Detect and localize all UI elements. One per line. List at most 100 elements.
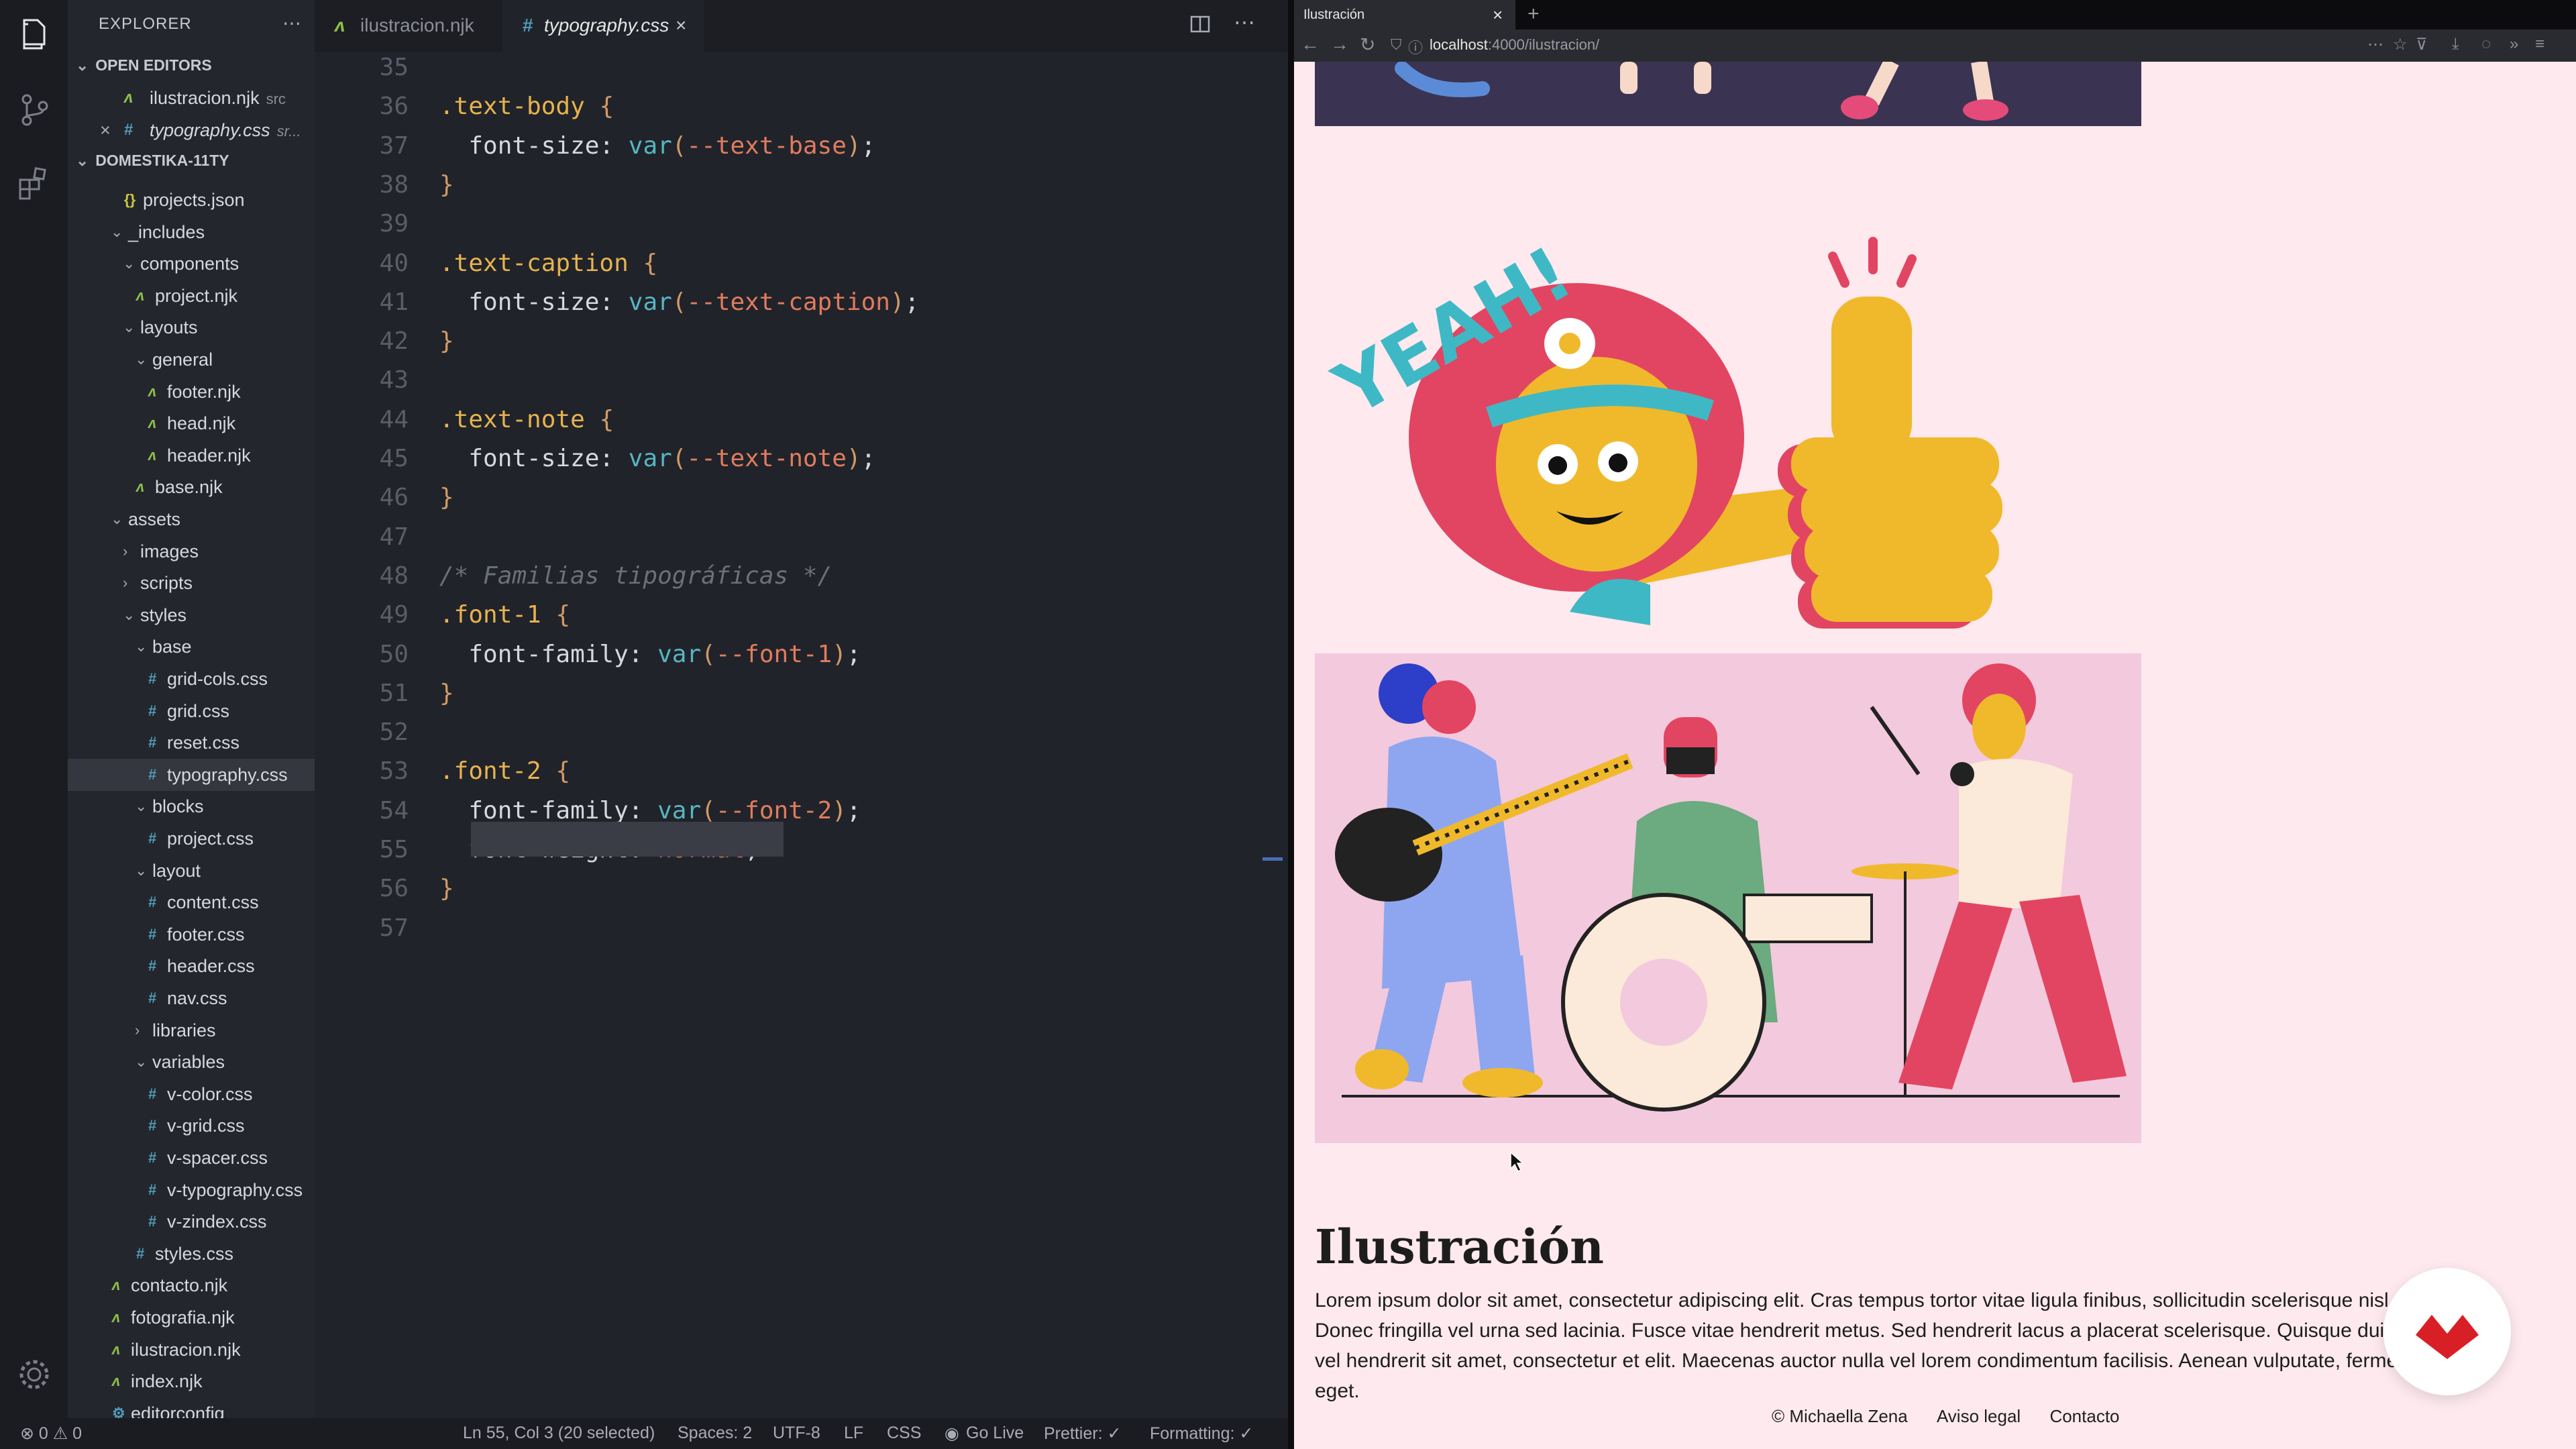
tree-item[interactable]: › images (68, 535, 315, 568)
tree-item[interactable]: {} projects.json (68, 184, 315, 216)
line-number: 52 (379, 718, 409, 747)
tree-item[interactable]: ⌄ assets (68, 503, 315, 535)
tree-item[interactable]: # v-color.css (68, 1078, 315, 1110)
domestika-logo-button[interactable] (2383, 1268, 2511, 1395)
nunjucks-file-icon: ʌ (148, 382, 157, 400)
menu-icon[interactable]: ≡ (2535, 35, 2544, 54)
source-control-icon[interactable] (15, 90, 54, 129)
contact-link[interactable]: Contacto (2049, 1406, 2119, 1426)
open-editor-item[interactable]: ʌ ilustracion.njk src (68, 82, 315, 114)
close-icon[interactable]: × (100, 114, 111, 146)
new-tab-icon[interactable]: + (1527, 3, 1540, 25)
tree-item[interactable]: › scripts (68, 567, 315, 599)
tree-item[interactable]: # typography.css (68, 758, 315, 791)
tree-item[interactable]: › libraries (68, 1014, 315, 1046)
url-text: localhost:4000/ilustracion/ (1430, 36, 1600, 53)
tree-item[interactable]: # content.css (68, 886, 315, 918)
tree-item[interactable]: # v-zindex.css (68, 1205, 315, 1238)
address-bar[interactable]: ⛉ ⓘ localhost:4000/ilustracion/ (1391, 35, 2330, 56)
tree-item-label: contacto.njk (131, 1275, 228, 1296)
chevron-down-icon: ⌄ (123, 319, 136, 336)
split-editor-icon[interactable] (1189, 13, 1211, 35)
tree-item[interactable]: ʌ fotografia.njk (68, 1301, 315, 1334)
tree-item[interactable]: # v-grid.css (68, 1110, 315, 1142)
close-tab-icon[interactable]: × (676, 0, 686, 51)
prettier-status[interactable]: Prettier: ✓ (1044, 1424, 1121, 1444)
tree-item[interactable]: ʌ head.njk (68, 407, 315, 439)
tree-item[interactable]: ⌄ layouts (68, 311, 315, 343)
tree-item[interactable]: ⌄ styles (68, 599, 315, 631)
browser-window: Ilustración × + ← → ↻ ⛉ ⓘ localhost:4000… (1294, 0, 2576, 1449)
open-editors-header[interactable]: ⌄ OPEN EDITORS (76, 56, 212, 74)
browser-tab[interactable]: Ilustración × (1294, 0, 1515, 30)
tree-item[interactable]: # header.css (68, 950, 315, 982)
project-header[interactable]: ⌄ DOMESTIKA-11TY (76, 152, 229, 170)
indentation[interactable]: Spaces: 2 (678, 1424, 752, 1443)
tree-item[interactable]: ⌄ _includes (68, 216, 315, 248)
tree-item-label: footer.css (167, 924, 245, 945)
page-actions-icon[interactable]: ⋯ (2367, 35, 2383, 54)
tree-item[interactable]: ⌄ general (68, 343, 315, 376)
account-icon[interactable]: ◌ (2481, 35, 2491, 54)
tree-item[interactable]: ⌄ variables (68, 1046, 315, 1078)
chevron-down-icon: ⌄ (135, 798, 148, 815)
extensions-icon[interactable] (15, 164, 54, 203)
line-number: 35 (379, 54, 409, 81)
tree-item[interactable]: ʌ ilustracion.njk (68, 1334, 315, 1366)
tree-item[interactable]: # grid.css (68, 695, 315, 727)
tab-typography-css[interactable]: # typography.css × (502, 0, 704, 52)
language-mode[interactable]: CSS (887, 1424, 921, 1443)
nunjucks-file-icon: ʌ (124, 89, 133, 107)
tree-item-label: general (152, 350, 213, 370)
legal-link[interactable]: Aviso legal (1937, 1406, 2021, 1426)
go-live-button[interactable]: Go Live (966, 1424, 1024, 1443)
tree-item[interactable]: ʌ header.njk (68, 439, 315, 472)
chevron-down-icon: ⌄ (76, 56, 89, 74)
tree-item[interactable]: # project.css (68, 822, 315, 855)
code-editor[interactable]: 35 36 .text-body {37 font-size: var(--text… (315, 52, 1288, 1418)
tree-item[interactable]: ⌄ base (68, 631, 315, 663)
encoding[interactable]: UTF-8 (773, 1424, 820, 1443)
css-file-icon: # (148, 670, 157, 687)
tree-item[interactable]: ʌ base.njk (68, 471, 315, 503)
nunjucks-file-icon: ʌ (136, 286, 145, 304)
pocket-icon[interactable]: ⊽ (2416, 35, 2428, 54)
tree-item[interactable]: ʌ footer.njk (68, 376, 315, 408)
line-number: 50 (379, 640, 409, 668)
more-actions-icon[interactable]: ⋯ (1234, 9, 1255, 35)
chevron-right-icon: › (135, 1021, 140, 1038)
open-editor-item[interactable]: × # typography.css sr... (68, 114, 315, 146)
tree-item[interactable]: ⌄ blocks (68, 790, 315, 822)
tree-item[interactable]: # styles.css (68, 1238, 315, 1270)
files-icon[interactable] (15, 15, 54, 54)
tree-item[interactable]: ⌄ layout (68, 855, 315, 887)
tree-item[interactable]: ʌ project.njk (68, 280, 315, 312)
tab-ilustracion-njk[interactable]: ʌ ilustracion.njk (315, 0, 502, 52)
tree-item[interactable]: ʌ index.njk (68, 1365, 315, 1397)
tree-item[interactable]: ⌄ components (68, 248, 315, 280)
tree-item[interactable]: # v-typography.css (68, 1174, 315, 1206)
tree-item[interactable]: # grid-cols.css (68, 663, 315, 695)
tree-item[interactable]: ⚙ editorconfig (68, 1397, 315, 1418)
tree-item[interactable]: # reset.css (68, 727, 315, 759)
problems-indicator[interactable]: ⊗ 0 ⚠ 0 (20, 1424, 82, 1444)
forward-icon[interactable]: → (1330, 34, 1349, 55)
back-icon[interactable]: ← (1301, 34, 1320, 55)
close-tab-icon[interactable]: × (1493, 0, 1503, 30)
chevron-down-icon: ⌄ (135, 861, 148, 879)
reload-icon[interactable]: ↻ (1360, 34, 1375, 56)
settings-gear-icon[interactable] (15, 1355, 54, 1394)
chevron-right-icon: › (123, 574, 128, 592)
line-ending[interactable]: LF (844, 1424, 863, 1443)
more-actions-icon[interactable]: ⋯ (282, 12, 301, 34)
cursor-position[interactable]: Ln 55, Col 3 (20 selected) (463, 1424, 655, 1443)
line-number: 47 (379, 523, 409, 551)
tree-item[interactable]: ʌ contacto.njk (68, 1269, 315, 1301)
overflow-icon[interactable]: » (2510, 35, 2518, 54)
tree-item[interactable]: # nav.css (68, 982, 315, 1014)
downloads-icon[interactable]: ⤓ (2452, 35, 2459, 54)
tree-item[interactable]: # footer.css (68, 918, 315, 951)
formatting-status[interactable]: Formatting: ✓ (1150, 1424, 1253, 1444)
tree-item[interactable]: # v-spacer.css (68, 1142, 315, 1174)
bookmark-star-icon[interactable]: ☆ (2393, 35, 2408, 54)
